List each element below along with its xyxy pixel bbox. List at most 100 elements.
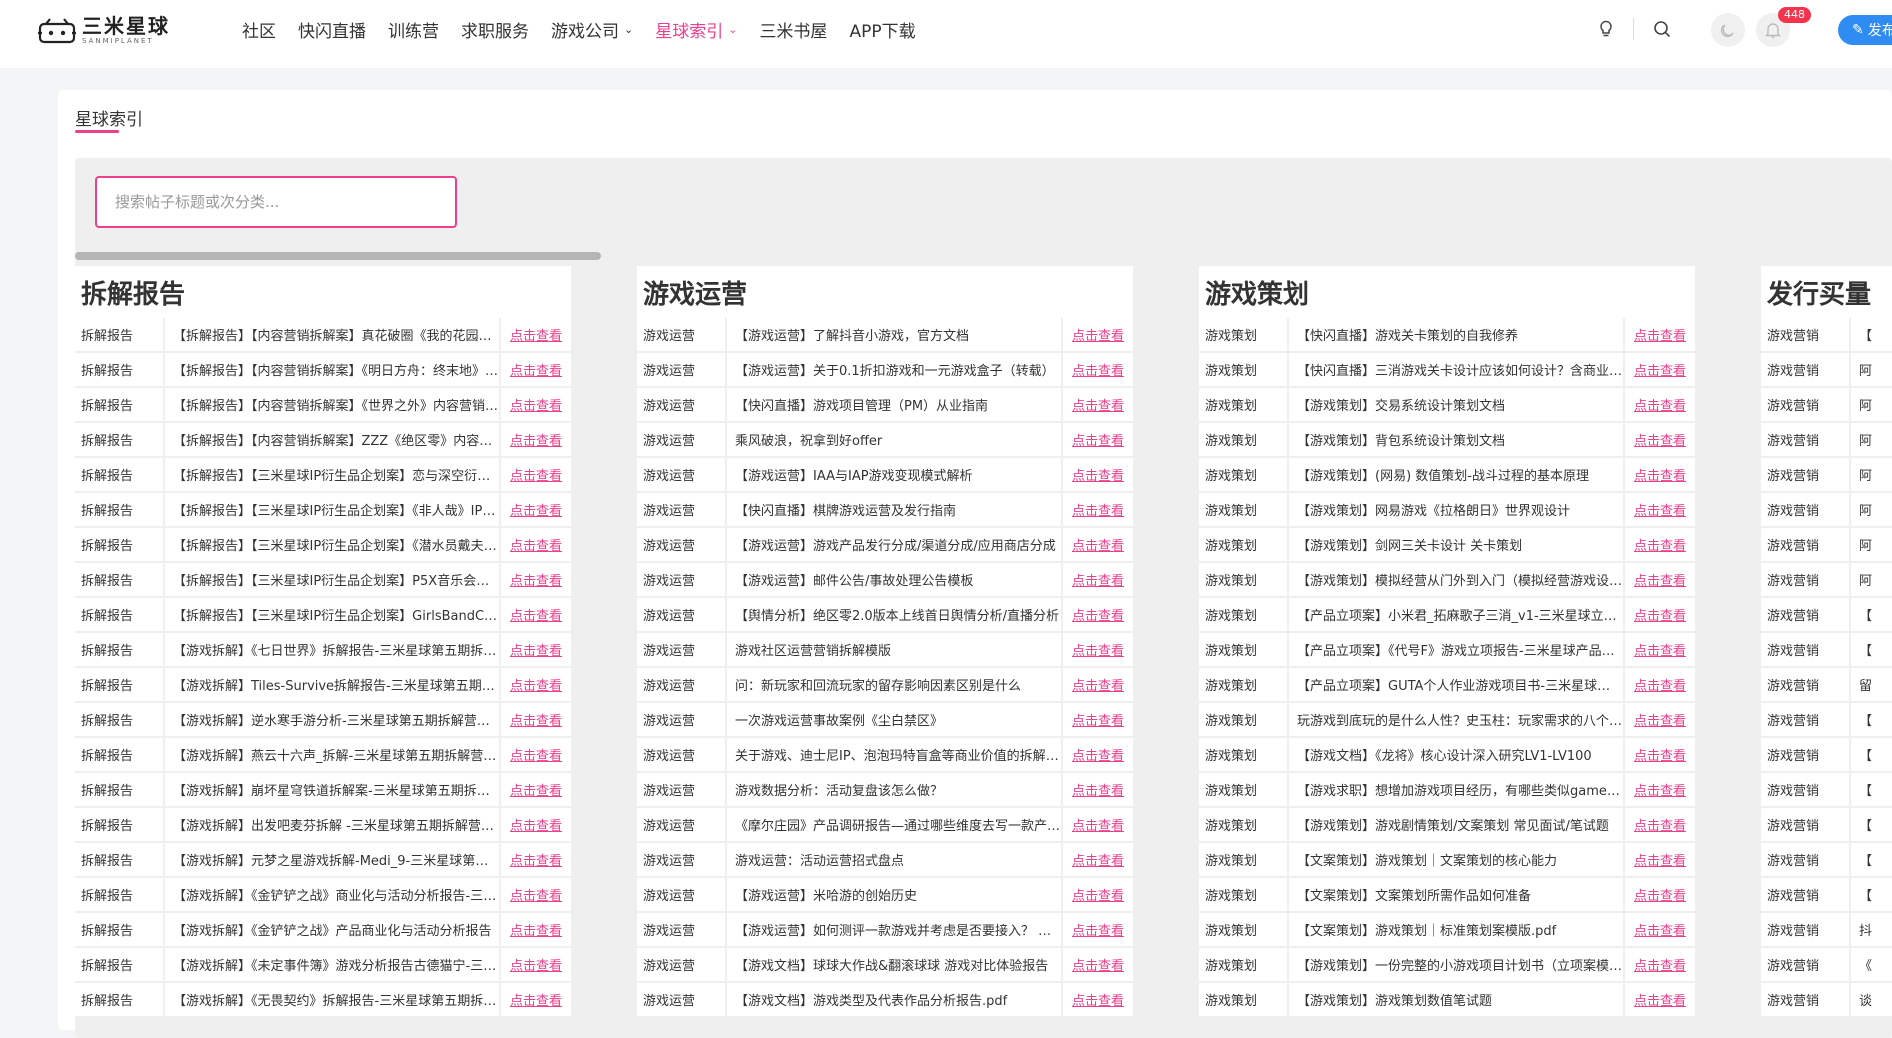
- view-link[interactable]: 点击查看: [1625, 458, 1695, 492]
- row-title[interactable]: 阿: [1851, 563, 1892, 597]
- row-title[interactable]: 【游戏策划】一份完整的小游戏项目计划书（立项案模板）: [1289, 948, 1623, 982]
- row-title[interactable]: 【游戏拆解】燕云十六声_拆解-三米星球第五期拆解营作业: [165, 738, 499, 772]
- view-link[interactable]: 点击查看: [1625, 528, 1695, 562]
- row-title[interactable]: 【游戏拆解】《无畏契约》拆解报告-三米星球第五期拆解营: [165, 983, 499, 1017]
- view-link[interactable]: 点击查看: [501, 773, 571, 807]
- row-title[interactable]: 《摩尔庄园》产品调研报告—通过哪些维度去写一款产品报告: [727, 808, 1061, 842]
- row-title[interactable]: 留: [1851, 668, 1892, 702]
- view-link[interactable]: 点击查看: [1625, 983, 1695, 1017]
- view-link[interactable]: 点击查看: [1063, 948, 1133, 982]
- row-title[interactable]: 【游戏策划】网易游戏《拉格朗日》世界观设计: [1289, 493, 1623, 527]
- row-title[interactable]: 【游戏运营】如何测评一款游戏并考虑是否要接入？ 案例: [727, 913, 1061, 947]
- row-title[interactable]: 【游戏拆解】逆水寒手游分析-三米星球第五期拆解营作业: [165, 703, 499, 737]
- row-title[interactable]: 问：新玩家和回流玩家的留存影响因素区别是什么: [727, 668, 1061, 702]
- row-title[interactable]: 【游戏运营】IAA与IAP游戏变现模式解析: [727, 458, 1061, 492]
- view-link[interactable]: 点击查看: [501, 983, 571, 1017]
- view-link[interactable]: 点击查看: [1063, 458, 1133, 492]
- row-title[interactable]: 抖: [1851, 913, 1892, 947]
- view-link[interactable]: 点击查看: [1063, 773, 1133, 807]
- row-title[interactable]: 【: [1851, 878, 1892, 912]
- row-title[interactable]: 【游戏策划】背包系统设计策划文档: [1289, 423, 1623, 457]
- view-link[interactable]: 点击查看: [1063, 878, 1133, 912]
- row-title[interactable]: 【产品立项案】小米君_拓麻歌子三消_v1-三米星球立项营: [1289, 598, 1623, 632]
- row-title[interactable]: 【游戏文档】游戏类型及代表作品分析报告.pdf: [727, 983, 1061, 1017]
- row-title[interactable]: 【: [1851, 633, 1892, 667]
- view-link[interactable]: 点击查看: [501, 703, 571, 737]
- nav-planet-index[interactable]: 星球索引 ⌄: [655, 17, 737, 42]
- nav-flash-live[interactable]: 快闪直播: [298, 17, 366, 42]
- view-link[interactable]: 点击查看: [1625, 563, 1695, 597]
- view-link[interactable]: 点击查看: [1063, 493, 1133, 527]
- view-link[interactable]: 点击查看: [1625, 318, 1695, 352]
- dark-mode-moon-icon[interactable]: [1711, 13, 1745, 47]
- view-link[interactable]: 点击查看: [1063, 563, 1133, 597]
- row-title[interactable]: 谈: [1851, 983, 1892, 1017]
- row-title[interactable]: 【拆解报告】【内容营销拆解案】《明日方舟：终末地》内容营销: [165, 353, 499, 387]
- view-link[interactable]: 点击查看: [501, 353, 571, 387]
- row-title[interactable]: 【: [1851, 843, 1892, 877]
- lightbulb-icon[interactable]: [1594, 17, 1618, 41]
- row-title[interactable]: 【游戏求职】想增加游戏项目经历，有哪些类似game jam的比赛: [1289, 773, 1623, 807]
- row-title[interactable]: 【游戏拆解】《金铲铲之战》商业化与活动分析报告-三米星球: [165, 878, 499, 912]
- view-link[interactable]: 点击查看: [1063, 388, 1133, 422]
- row-title[interactable]: 【游戏拆解】《未定事件簿》游戏分析报告古德猫宁-三米星球: [165, 948, 499, 982]
- view-link[interactable]: 点击查看: [501, 633, 571, 667]
- row-title[interactable]: 【游戏拆解】Tiles-Survive拆解报告-三米星球第五期拆解营: [165, 668, 499, 702]
- row-title[interactable]: 【游戏策划】交易系统设计策划文档: [1289, 388, 1623, 422]
- row-title[interactable]: 【拆解报告】【三米星球IP衍生品企划案】P5X音乐会企划: [165, 563, 499, 597]
- row-title[interactable]: 【文案策划】文案策划所需作品如何准备: [1289, 878, 1623, 912]
- view-link[interactable]: 点击查看: [1063, 318, 1133, 352]
- row-title[interactable]: 【游戏策划】游戏剧情策划/文案策划 常见面试/笔试题: [1289, 808, 1623, 842]
- view-link[interactable]: 点击查看: [1625, 598, 1695, 632]
- row-title[interactable]: 【文案策划】游戏策划｜标准策划案模版.pdf: [1289, 913, 1623, 947]
- view-link[interactable]: 点击查看: [1625, 423, 1695, 457]
- row-title[interactable]: 【游戏文档】球球大作战&翻滚球球 游戏对比体验报告: [727, 948, 1061, 982]
- row-title[interactable]: 【游戏策划】(网易) 数值策划-战斗过程的基本原理: [1289, 458, 1623, 492]
- view-link[interactable]: 点击查看: [501, 563, 571, 597]
- row-title[interactable]: 关于游戏、迪士尼IP、泡泡玛特盲盒等商业价值的拆解分析: [727, 738, 1061, 772]
- row-title[interactable]: 【拆解报告】【三米星球IP衍生品企划案】《非人哉》IP衍生品: [165, 493, 499, 527]
- row-title[interactable]: 阿: [1851, 493, 1892, 527]
- view-link[interactable]: 点击查看: [1063, 353, 1133, 387]
- row-title[interactable]: 【游戏运营】米哈游的创始历史: [727, 878, 1061, 912]
- row-title[interactable]: 【文案策划】游戏策划｜文案策划的核心能力: [1289, 843, 1623, 877]
- row-title[interactable]: 【拆解报告】【三米星球IP衍生品企划案】GirlsBandCry衍生品: [165, 598, 499, 632]
- row-title[interactable]: 【: [1851, 318, 1892, 352]
- view-link[interactable]: 点击查看: [501, 808, 571, 842]
- view-link[interactable]: 点击查看: [1625, 808, 1695, 842]
- view-link[interactable]: 点击查看: [501, 388, 571, 422]
- view-link[interactable]: 点击查看: [1625, 703, 1695, 737]
- row-title[interactable]: 【产品立项案】《代号F》游戏立项报告-三米星球产品立项营: [1289, 633, 1623, 667]
- view-link[interactable]: 点击查看: [1625, 668, 1695, 702]
- row-title[interactable]: 【: [1851, 703, 1892, 737]
- row-title[interactable]: 【游戏拆解】《七日世界》拆解报告-三米星球第五期拆解营: [165, 633, 499, 667]
- row-title[interactable]: 【游戏文档】《龙将》核心设计深入研究LV1-LV100: [1289, 738, 1623, 772]
- view-link[interactable]: 点击查看: [1625, 913, 1695, 947]
- row-title[interactable]: 【快闪直播】三消游戏关卡设计应该如何设计？含商业化关卡: [1289, 353, 1623, 387]
- row-title[interactable]: 【游戏运营】了解抖音小游戏，官方文档: [727, 318, 1061, 352]
- row-title[interactable]: 【拆解报告】【内容营销拆解案】ZZZ《绝区零》内容营销: [165, 423, 499, 457]
- view-link[interactable]: 点击查看: [501, 913, 571, 947]
- row-title[interactable]: 【游戏策划】模拟经营从门外到入门（模拟经营游戏设计）: [1289, 563, 1623, 597]
- view-link[interactable]: 点击查看: [501, 528, 571, 562]
- nav-bookstore[interactable]: 三米书屋: [759, 17, 827, 42]
- view-link[interactable]: 点击查看: [501, 668, 571, 702]
- view-link[interactable]: 点击查看: [1625, 878, 1695, 912]
- row-title[interactable]: 【游戏拆解】出发吧麦芬拆解 -三米星球第五期拆解营作业: [165, 808, 499, 842]
- nav-training-camp[interactable]: 训练营: [388, 17, 439, 42]
- row-title[interactable]: 【舆情分析】绝区零2.0版本上线首日舆情分析/直播分析: [727, 598, 1061, 632]
- row-title[interactable]: 【游戏运营】关于0.1折扣游戏和一元游戏盒子（转载）: [727, 353, 1061, 387]
- nav-job-service[interactable]: 求职服务: [461, 17, 529, 42]
- view-link[interactable]: 点击查看: [1063, 598, 1133, 632]
- view-link[interactable]: 点击查看: [1625, 948, 1695, 982]
- view-link[interactable]: 点击查看: [1063, 703, 1133, 737]
- row-title[interactable]: 【拆解报告】【三米星球IP衍生品企划案】恋与深空衍生品: [165, 458, 499, 492]
- view-link[interactable]: 点击查看: [501, 493, 571, 527]
- search-icon[interactable]: [1650, 17, 1674, 41]
- view-link[interactable]: 点击查看: [501, 598, 571, 632]
- view-link[interactable]: 点击查看: [1063, 808, 1133, 842]
- site-logo[interactable]: 三米星球 SANMIPLANET: [38, 16, 170, 45]
- row-title[interactable]: 游戏数据分析：活动复盘该怎么做？: [727, 773, 1061, 807]
- row-title[interactable]: 【快闪直播】棋牌游戏运营及发行指南: [727, 493, 1061, 527]
- row-title[interactable]: 【拆解报告】【内容营销拆解案】《世界之外》内容营销拆解: [165, 388, 499, 422]
